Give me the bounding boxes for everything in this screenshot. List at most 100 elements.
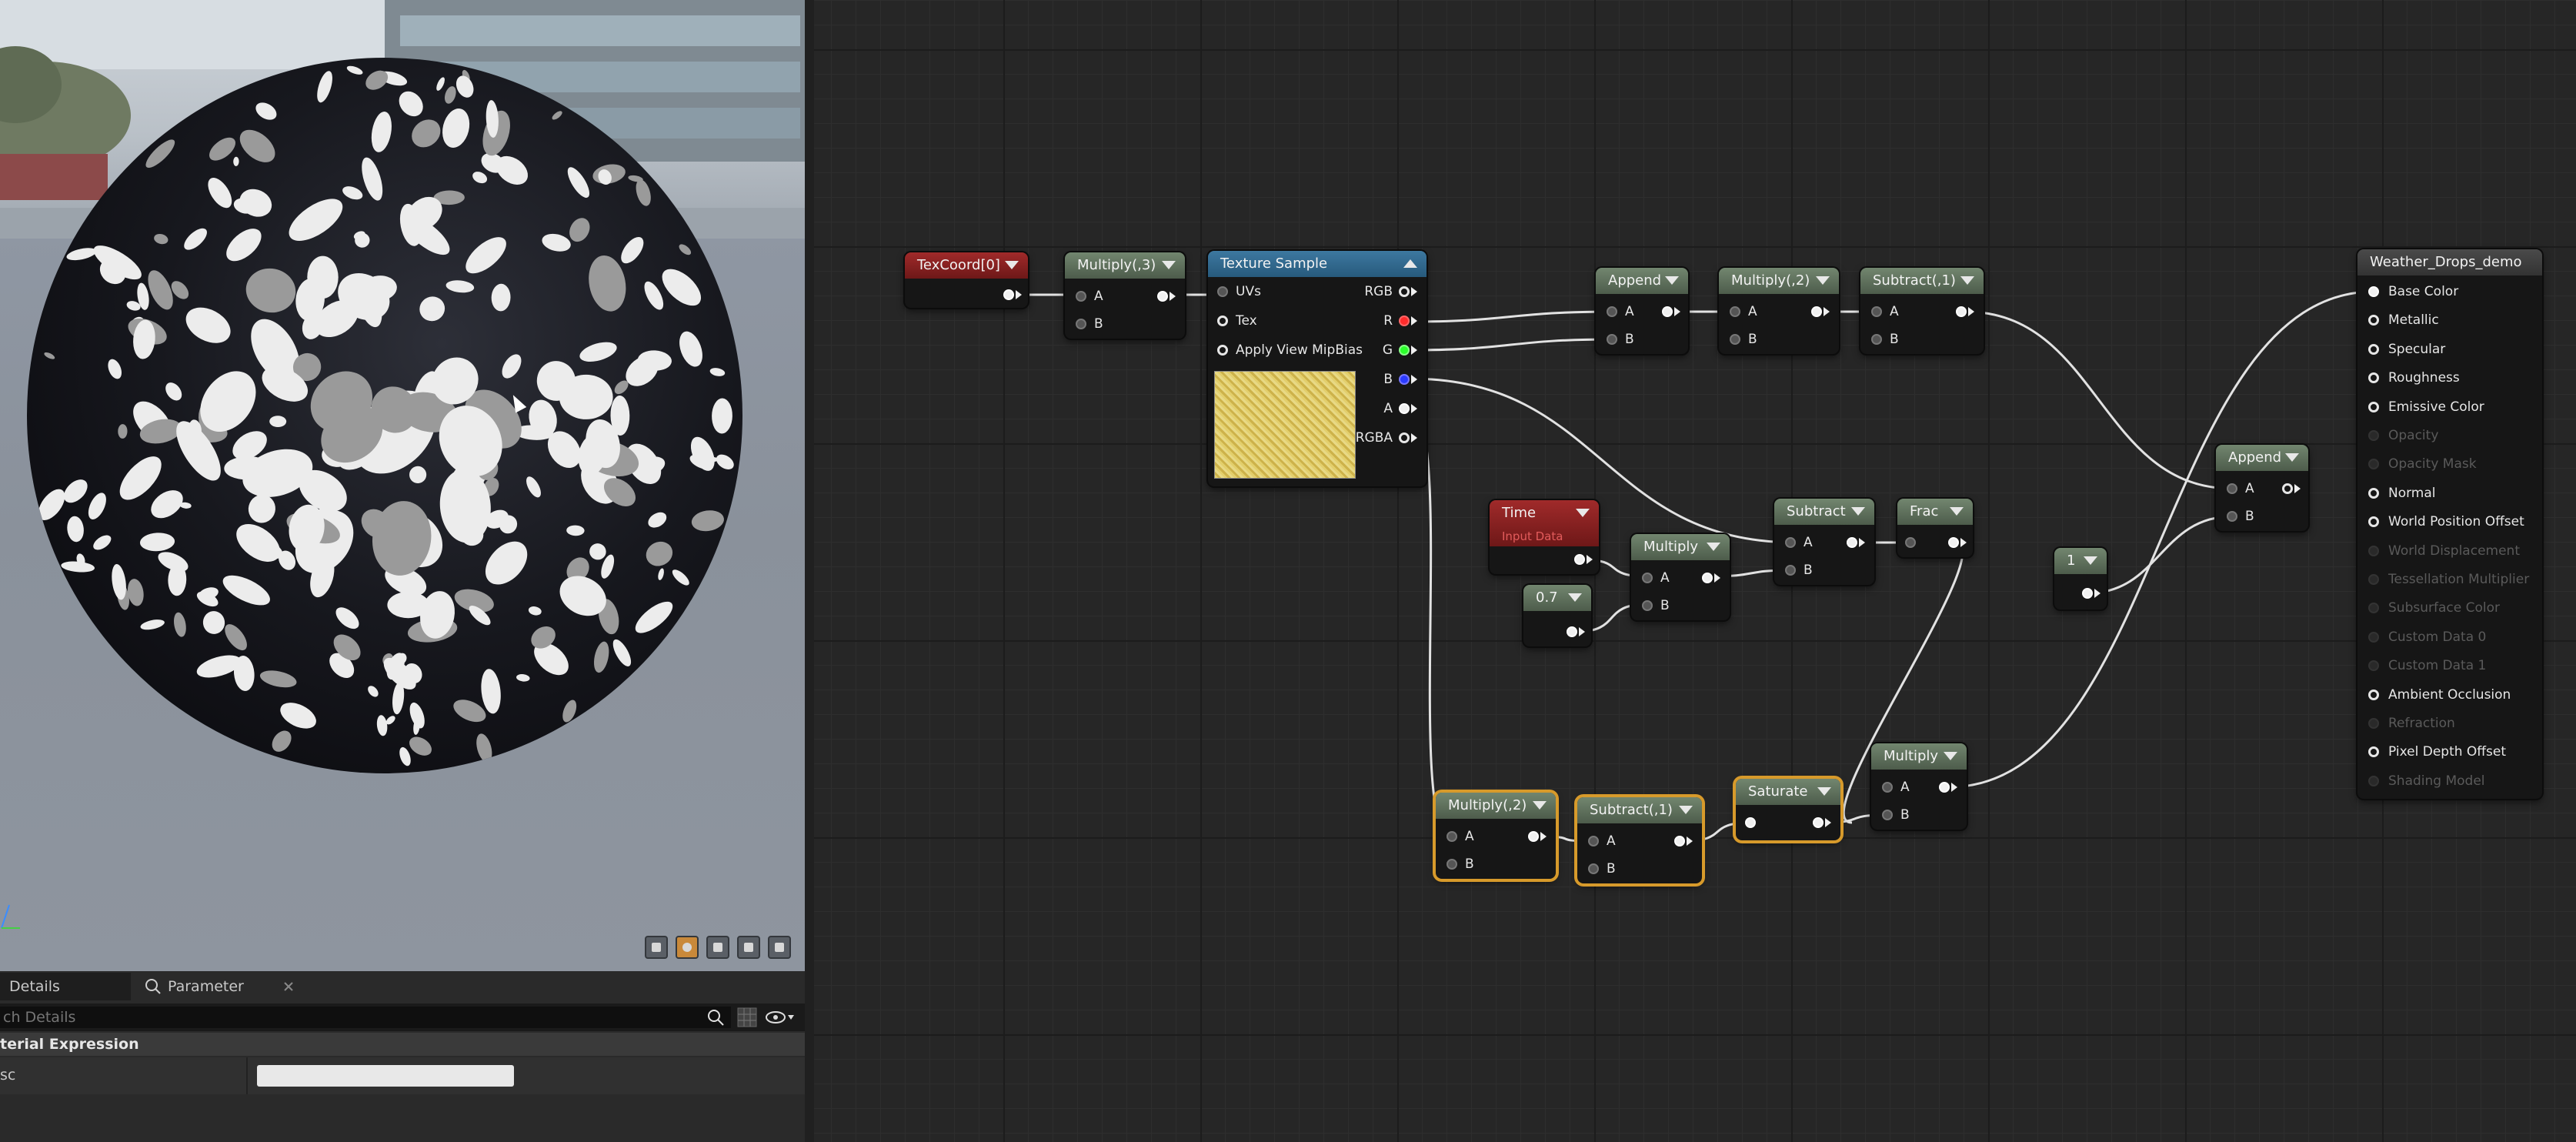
input-pin-world-displacement[interactable] xyxy=(2368,545,2379,556)
input-pin-a[interactable] xyxy=(1730,306,1740,317)
output-pin-out[interactable] xyxy=(1939,782,1950,793)
input-pin-world-position-offset[interactable] xyxy=(2368,516,2379,528)
output-pin-out[interactable] xyxy=(1674,836,1685,846)
expand-arrow-icon[interactable] xyxy=(1950,507,1964,516)
input-pin-custom-data-0[interactable] xyxy=(2368,631,2379,643)
node-header[interactable]: 0.7 xyxy=(1523,585,1591,611)
node-texcoord[interactable]: TexCoord[0] xyxy=(905,252,1028,308)
node-header[interactable]: TexCoord[0] xyxy=(905,252,1028,279)
input-pin-base-color[interactable] xyxy=(2368,286,2379,297)
expand-arrow-icon[interactable] xyxy=(1568,593,1582,602)
input-pin-a[interactable] xyxy=(1607,306,1617,317)
input-pin-a[interactable] xyxy=(1588,836,1599,846)
output-pin-out[interactable] xyxy=(1811,306,1822,317)
expand-arrow-icon[interactable] xyxy=(2084,556,2097,565)
output-pin-out[interactable] xyxy=(1948,537,1959,548)
expand-arrow-icon[interactable] xyxy=(1707,543,1720,551)
output-pin-out[interactable] xyxy=(1157,291,1168,302)
expand-arrow-icon[interactable] xyxy=(1533,801,1547,810)
input-pin-a[interactable] xyxy=(1642,573,1653,583)
output-pin-out[interactable] xyxy=(1003,289,1014,300)
node-header[interactable]: Subtract xyxy=(1774,499,1874,525)
node-header[interactable]: Frac xyxy=(1897,499,1973,525)
output-pin-r[interactable] xyxy=(1399,316,1410,326)
node-header[interactable]: Multiply(,3) xyxy=(1065,252,1185,279)
input-pin-b[interactable] xyxy=(1785,565,1796,576)
input-pin-a[interactable] xyxy=(2227,483,2237,494)
output-pin-out[interactable] xyxy=(1528,831,1539,842)
node-const07[interactable]: 0.7 xyxy=(1523,585,1591,646)
output-pin-g[interactable] xyxy=(1399,345,1410,356)
output-pin-out[interactable] xyxy=(2282,483,2293,494)
output-pin-b[interactable] xyxy=(1399,374,1410,385)
node-header[interactable]: Weather_Drops_demo xyxy=(2357,249,2542,275)
input-pin-shading-model[interactable] xyxy=(2368,775,2379,786)
input-pin-b[interactable] xyxy=(1642,600,1653,611)
input-pin-b[interactable] xyxy=(1588,863,1599,874)
output-pin-out[interactable] xyxy=(1574,554,1585,565)
input-pin-a[interactable] xyxy=(1076,291,1086,302)
node-multiply2a[interactable]: Multiply(,2) A B xyxy=(1719,268,1839,354)
expand-arrow-icon[interactable] xyxy=(1679,806,1693,814)
node-header[interactable]: Append xyxy=(2216,445,2308,471)
input-pin-normal[interactable] xyxy=(2368,487,2379,499)
node-append2[interactable]: Append A B xyxy=(2216,445,2308,531)
expand-arrow-icon[interactable] xyxy=(1817,787,1831,796)
input-pin-b[interactable] xyxy=(1882,810,1893,820)
node-header[interactable]: Texture Sample xyxy=(1208,251,1426,277)
node-header[interactable]: Time Input Data xyxy=(1490,500,1599,546)
output-pin-out[interactable] xyxy=(1662,306,1673,317)
input-pin-b[interactable] xyxy=(2227,511,2237,522)
input-pin-uvs[interactable] xyxy=(1217,286,1228,297)
input-pin-b[interactable] xyxy=(1607,334,1617,345)
expand-arrow-icon[interactable] xyxy=(2285,453,2299,462)
expand-arrow-icon[interactable] xyxy=(1665,276,1679,285)
input-pin-a[interactable] xyxy=(1871,306,1882,317)
input-pin-b[interactable] xyxy=(1871,334,1882,345)
input-pin-custom-data-1[interactable] xyxy=(2368,660,2379,672)
node-multiply_mid[interactable]: Multiply A B xyxy=(1631,534,1730,620)
node-header[interactable]: 1 xyxy=(2054,548,2107,574)
input-pin-metallic[interactable] xyxy=(2368,315,2379,326)
output-pin-out[interactable] xyxy=(1567,626,1577,637)
node-material-result[interactable]: Weather_Drops_demo Base Color Metallic Spec… xyxy=(2357,249,2542,799)
node-subtract1b[interactable]: Subtract(,1) A B xyxy=(1577,797,1702,883)
output-pin-out[interactable] xyxy=(1702,573,1713,583)
node-header[interactable]: Subtract(,1) xyxy=(1577,797,1702,823)
node-append1[interactable]: Append A B xyxy=(1596,268,1688,354)
node-saturate[interactable]: Saturate xyxy=(1736,779,1840,840)
input-pin-b[interactable] xyxy=(1446,859,1457,870)
node-header[interactable]: Multiply xyxy=(1871,743,1967,770)
node-header[interactable]: Multiply xyxy=(1631,534,1730,560)
expand-arrow-icon[interactable] xyxy=(1851,507,1865,516)
input-pin-in[interactable] xyxy=(1905,537,1916,548)
output-pin-out[interactable] xyxy=(1813,817,1824,828)
node-header[interactable]: Append xyxy=(1596,268,1688,294)
node-header[interactable]: Multiply(,2) xyxy=(1436,793,1556,819)
expand-arrow-icon[interactable] xyxy=(1162,261,1176,269)
output-pin-out[interactable] xyxy=(1847,537,1857,548)
input-pin-opacity[interactable] xyxy=(2368,430,2379,441)
input-pin-subsurface-color[interactable] xyxy=(2368,603,2379,614)
node-time[interactable]: Time Input Data xyxy=(1490,500,1599,574)
node-multiply2b[interactable]: Multiply(,2) A B xyxy=(1436,793,1556,879)
node-multiply_low[interactable]: Multiply A B xyxy=(1871,743,1967,830)
collapse-arrow-icon[interactable] xyxy=(1403,259,1417,268)
input-pin-pixel-depth-offset[interactable] xyxy=(2368,746,2379,758)
output-pin-out[interactable] xyxy=(2082,588,2093,599)
input-pin-specular[interactable] xyxy=(2368,343,2379,355)
output-pin-rgba[interactable] xyxy=(1399,432,1410,443)
input-pin-b[interactable] xyxy=(1076,319,1086,329)
input-pin-a[interactable] xyxy=(1882,782,1893,793)
input-pin-in[interactable] xyxy=(1745,817,1756,828)
input-pin-ambient-occlusion[interactable] xyxy=(2368,689,2379,700)
input-pin-mipbias[interactable] xyxy=(1217,345,1228,356)
node-header[interactable]: Saturate xyxy=(1736,779,1840,805)
expand-arrow-icon[interactable] xyxy=(1960,276,1974,285)
output-pin-a[interactable] xyxy=(1399,403,1410,414)
input-pin-roughness[interactable] xyxy=(2368,372,2379,384)
input-pin-b[interactable] xyxy=(1730,334,1740,345)
node-header[interactable]: Multiply(,2) xyxy=(1719,268,1839,294)
node-texsample[interactable]: Texture Sample UVs Tex Apply View MipBias RG… xyxy=(1208,251,1426,486)
input-pin-emissive-color[interactable] xyxy=(2368,401,2379,412)
